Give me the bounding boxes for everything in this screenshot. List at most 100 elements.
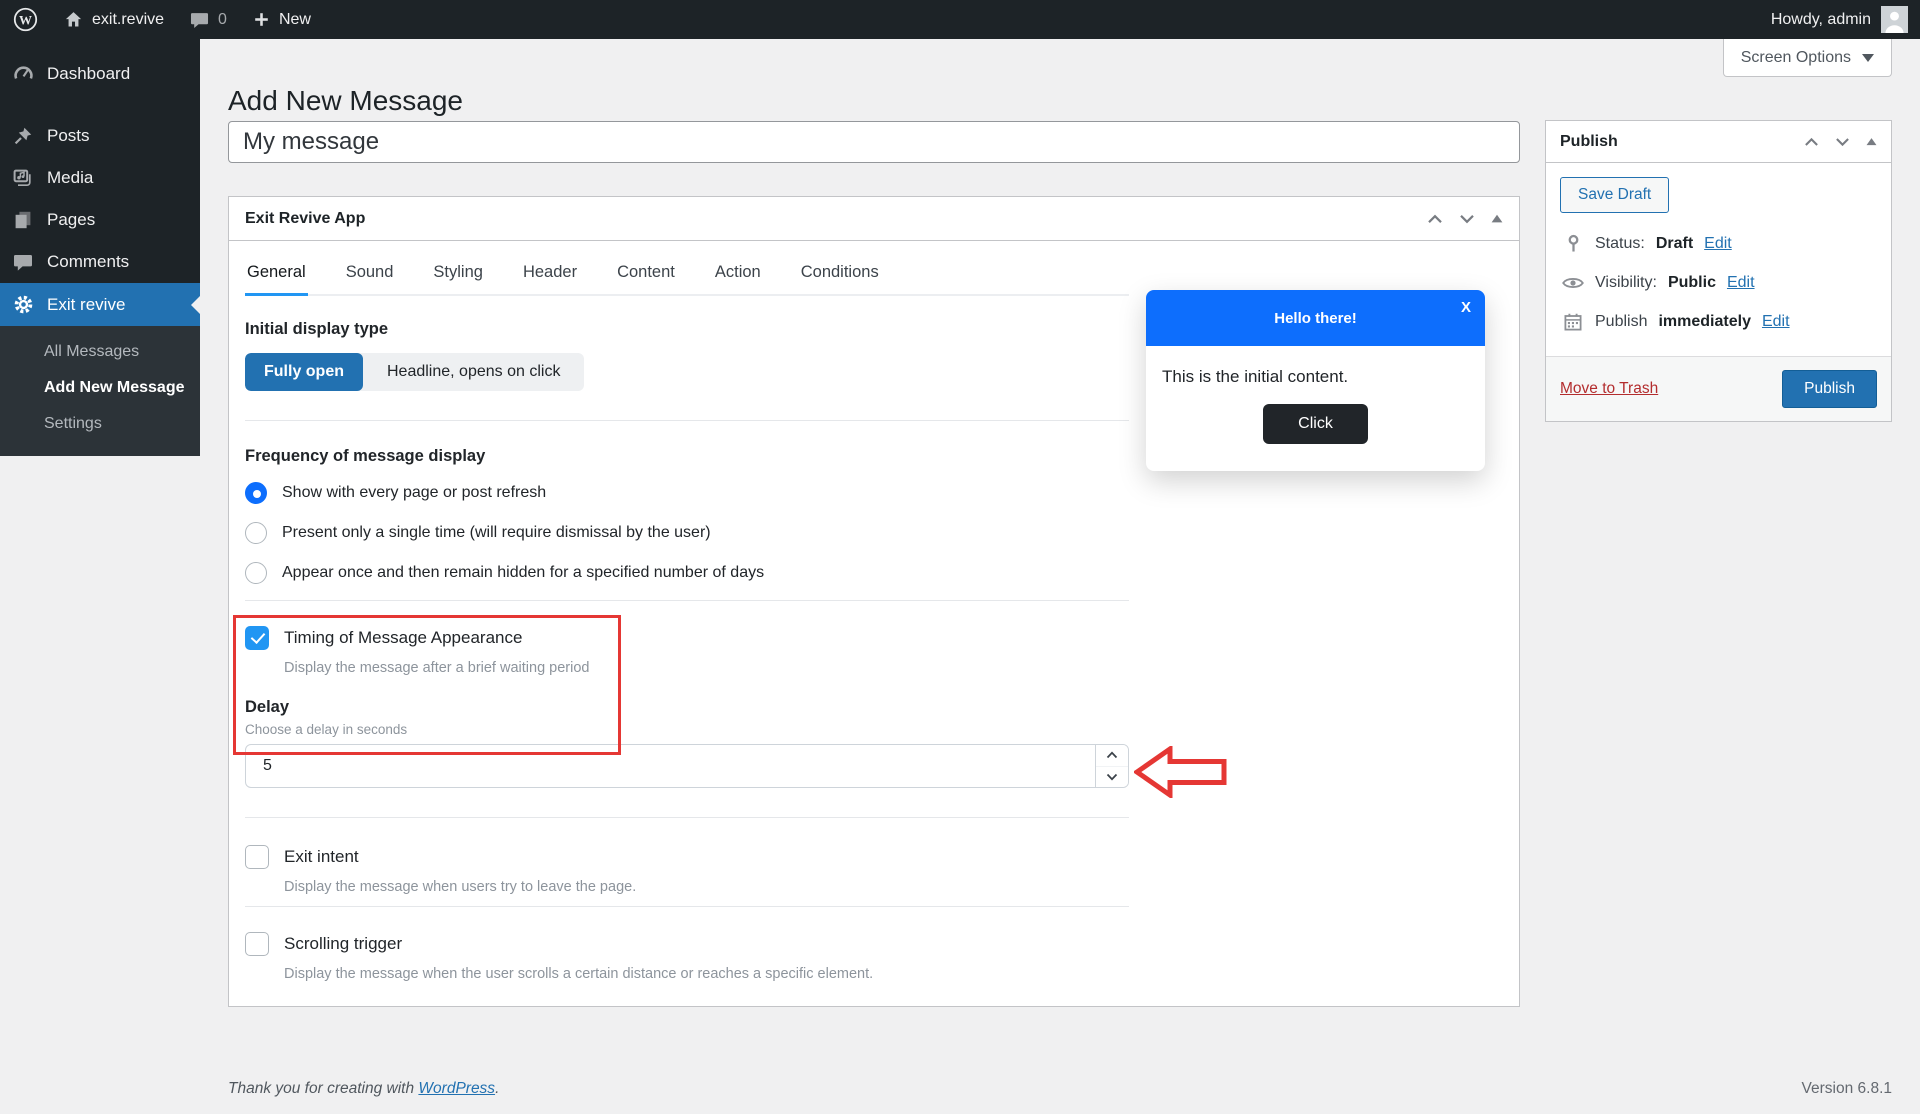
edit-status-link[interactable]: Edit (1704, 235, 1732, 253)
metabox-tab-bar: General Sound Styling Header Content Act… (245, 253, 1129, 296)
timing-checkbox-row[interactable]: Timing of Message Appearance (245, 625, 1129, 651)
delay-input[interactable] (246, 745, 1095, 787)
submenu-item-all-messages[interactable]: All Messages (0, 334, 200, 370)
sidebar-item-dashboard[interactable]: Dashboard (0, 53, 200, 95)
howdy-label: Howdy, admin (1770, 10, 1871, 28)
new-label: New (278, 10, 311, 28)
comments-bubble-menu[interactable]: 0 (177, 0, 240, 39)
move-to-trash-link[interactable]: Move to Trash (1560, 380, 1658, 398)
frequency-option-single-time[interactable]: Present only a single time (will require… (245, 520, 1129, 546)
metabox-header: Exit Revive App (229, 197, 1519, 241)
visibility-row: Visibility: Public Edit (1562, 274, 1875, 292)
edit-visibility-link[interactable]: Edit (1727, 274, 1755, 292)
exit-intent-description: Display the message when users try to le… (284, 879, 637, 895)
save-draft-button[interactable]: Save Draft (1560, 177, 1670, 213)
exit-intent-checkbox-row[interactable]: Exit intent (245, 844, 1129, 870)
tab-conditions[interactable]: Conditions (799, 253, 881, 296)
calendar-icon (1562, 313, 1584, 331)
publish-button[interactable]: Publish (1782, 370, 1877, 408)
submenu-item-settings[interactable]: Settings (0, 406, 200, 442)
move-down-icon[interactable] (1459, 214, 1475, 224)
tab-sound[interactable]: Sound (344, 253, 396, 296)
toggle-panel-icon[interactable] (1866, 137, 1877, 146)
popup-click-button[interactable]: Click (1263, 404, 1368, 444)
metabox-title: Exit Revive App (245, 209, 366, 227)
scrolling-trigger-block: Scrolling trigger Display the message wh… (245, 931, 1129, 982)
publishing-actions: Move to Trash Publish (1546, 356, 1891, 421)
radio-label: Present only a single time (will require… (282, 524, 711, 541)
spinner-up-icon[interactable] (1096, 745, 1128, 767)
screen-options-toggle[interactable]: Screen Options (1722, 39, 1892, 77)
edit-schedule-link[interactable]: Edit (1762, 313, 1790, 331)
radio-unchecked-icon[interactable] (245, 562, 267, 584)
tab-styling[interactable]: Styling (431, 253, 485, 296)
sidebar-item-posts[interactable]: Posts (0, 115, 200, 157)
delay-label: Delay (245, 698, 290, 716)
spinner-down-icon[interactable] (1096, 766, 1128, 787)
menu-separator (0, 95, 200, 115)
sidebar-item-pages[interactable]: Pages (0, 199, 200, 241)
timing-label: Timing of Message Appearance (284, 628, 523, 647)
footer-thanks: Thank you for creating with WordPress. (228, 1080, 499, 1098)
schedule-label: Publish (1595, 313, 1648, 330)
move-up-icon[interactable] (1427, 214, 1443, 224)
chevron-down-icon (1862, 53, 1874, 62)
comment-count: 0 (218, 10, 227, 28)
scrolling-trigger-checkbox-row[interactable]: Scrolling trigger (245, 931, 1129, 957)
tab-general[interactable]: General (245, 253, 308, 296)
pin-icon (1562, 234, 1584, 253)
submenu-item-add-new-message[interactable]: Add New Message (0, 370, 200, 406)
exit-intent-block: Exit intent Display the message when use… (245, 844, 1129, 895)
popup-header: Hello there! X (1146, 290, 1485, 346)
footer-version: Version 6.8.1 (1801, 1080, 1892, 1097)
post-title-input[interactable] (228, 121, 1520, 163)
timing-description: Display the message after a brief waitin… (284, 660, 590, 676)
close-icon[interactable]: X (1461, 299, 1471, 316)
popup-title: Hello there! (1274, 309, 1357, 327)
exit-intent-label: Exit intent (284, 847, 359, 866)
wordpress-logo-menu[interactable]: W (0, 0, 51, 39)
message-preview-popup: Hello there! X This is the initial conte… (1146, 290, 1485, 471)
admin-footer: Thank you for creating with WordPress. V… (228, 1080, 1892, 1098)
checkbox-checked-icon[interactable] (245, 626, 269, 650)
tab-action[interactable]: Action (713, 253, 763, 296)
status-value: Draft (1655, 234, 1694, 252)
status-row: Status: Draft Edit (1562, 234, 1875, 253)
sidebar-item-comments[interactable]: Comments (0, 241, 200, 283)
radio-unchecked-icon[interactable] (245, 522, 267, 544)
new-content-menu[interactable]: New (240, 0, 324, 39)
frequency-option-every-refresh[interactable]: Show with every page or post refresh (245, 480, 1129, 506)
timing-block: Timing of Message Appearance Display the… (245, 625, 1129, 676)
page-title: Add New Message (228, 84, 464, 116)
toggle-panel-icon[interactable] (1491, 214, 1503, 223)
fully-open-option[interactable]: Fully open (245, 353, 363, 391)
admin-menu: Dashboard Posts Media Pages Comments Exi… (0, 39, 200, 456)
gear-icon (12, 294, 34, 315)
account-menu[interactable]: Howdy, admin (1771, 6, 1920, 33)
initial-display-segmented-control: Fully open Headline, opens on click (245, 353, 585, 391)
tab-content[interactable]: Content (615, 253, 677, 296)
sidebar-item-exit-revive[interactable]: Exit revive (0, 283, 200, 326)
avatar (1881, 6, 1908, 33)
scrolling-trigger-description: Display the message when the user scroll… (284, 966, 874, 982)
headline-option[interactable]: Headline, opens on click (363, 353, 584, 391)
sidebar-item-media[interactable]: Media (0, 157, 200, 199)
site-name-menu[interactable]: exit.revive (51, 0, 177, 39)
radio-label: Appear once and then remain hidden for a… (282, 564, 765, 581)
wordpress-link[interactable]: WordPress (418, 1080, 495, 1097)
radio-checked-icon[interactable] (245, 482, 267, 504)
frequency-option-hidden-days[interactable]: Appear once and then remain hidden for a… (245, 560, 1129, 586)
home-icon (64, 10, 83, 29)
tab-header[interactable]: Header (521, 253, 579, 296)
move-down-icon[interactable] (1835, 137, 1850, 147)
scrolling-trigger-label: Scrolling trigger (284, 934, 403, 953)
popup-content-text: This is the initial content. (1162, 367, 1349, 386)
media-icon (12, 168, 34, 188)
checkbox-unchecked-icon[interactable] (245, 845, 269, 869)
frequency-label: Frequency of message display (245, 447, 486, 465)
delay-hint: Choose a delay in seconds (245, 722, 408, 737)
checkbox-unchecked-icon[interactable] (245, 932, 269, 956)
section-divider (245, 420, 1129, 421)
dashboard-icon (12, 64, 34, 84)
move-up-icon[interactable] (1804, 137, 1819, 147)
